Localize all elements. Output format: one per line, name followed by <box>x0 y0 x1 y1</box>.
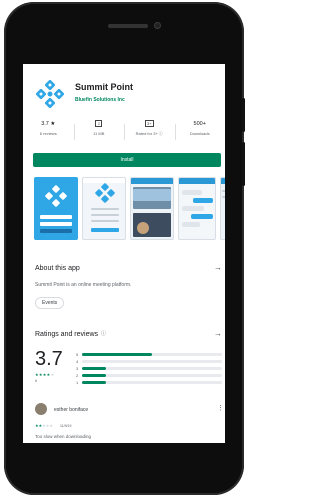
review-date: 11/9/19 <box>60 424 72 428</box>
star-empty-icon: ★ <box>49 423 53 428</box>
review-stars: ★★★★★ <box>35 423 53 428</box>
stat-content-rating-label: Rated for 3+ ⓘ <box>135 131 163 136</box>
more-options-icon[interactable]: ⋮ <box>217 404 224 412</box>
install-button[interactable]: Install <box>33 153 221 167</box>
app-header: Summit Point Bluefin Solutions Inc <box>23 64 225 114</box>
developer-link[interactable]: Bluefin Solutions Inc <box>75 97 125 103</box>
rating-bar-fill <box>82 353 152 356</box>
front-camera <box>154 22 161 29</box>
reviewer-name: esther boniface <box>54 407 89 413</box>
screenshot-4[interactable] <box>178 177 216 240</box>
rating-bar-fill <box>82 374 106 377</box>
stat-downloads: 500+ Downloads <box>174 120 226 146</box>
info-icon[interactable]: ⓘ <box>101 331 106 337</box>
stat-content-rating[interactable]: 3+ Rated for 3+ ⓘ <box>124 120 175 146</box>
rating-bar-fill <box>82 381 106 384</box>
stat-rating-value: 3.7 ★ <box>41 121 56 127</box>
app-logo-icon <box>35 79 65 109</box>
phone-screen: Summit Point Bluefin Solutions Inc 3.7 ★… <box>23 64 225 443</box>
ratings-title[interactable]: Ratings and reviews ⓘ <box>35 330 106 338</box>
rating-bar-row: 4 <box>76 358 222 365</box>
app-logo-icon <box>95 183 115 203</box>
ratings-arrow-icon[interactable]: → <box>214 330 222 338</box>
stat-downloads-value: 500+ <box>193 121 206 127</box>
rating-count: 6 <box>35 379 37 383</box>
stats-row: 3.7 ★ 6 reviews ⇩ 11 MB 3+ Rated for 3+ … <box>23 120 225 146</box>
screenshot-5[interactable] <box>220 177 225 240</box>
stat-size: ⇩ 11 MB <box>73 120 125 146</box>
rating-stars: ★★★★★ <box>35 372 54 377</box>
star-empty-icon: ★ <box>50 372 55 377</box>
screenshot-2[interactable] <box>82 177 126 240</box>
volume-button <box>242 142 245 186</box>
about-description: Summit Point is an online meeting platfo… <box>35 282 132 288</box>
review-text: Too slow when downloading <box>35 434 92 439</box>
rating-bar-row: 2 <box>76 372 222 379</box>
rating-average: 3.7 <box>35 348 63 370</box>
category-chip[interactable]: Events <box>35 297 65 309</box>
content-rating-icon: 3+ <box>144 120 154 127</box>
screenshot-3[interactable] <box>130 177 174 240</box>
download-size-icon: ⇩ <box>95 120 103 127</box>
power-button <box>242 98 245 132</box>
avatar <box>35 403 47 415</box>
stat-downloads-label: Downloads <box>189 131 210 136</box>
earpiece-speaker <box>108 24 148 28</box>
rating-bar-fill <box>82 367 106 370</box>
app-logo-icon <box>45 185 67 207</box>
stat-rating-label: 6 reviews <box>39 131 57 136</box>
stat-size-label: 11 MB <box>93 131 105 136</box>
rating-bar-row: 5 <box>76 351 222 358</box>
rating-bar-row: 3 <box>76 365 222 372</box>
ratings-title-text: Ratings and reviews <box>35 331 99 338</box>
about-arrow-icon[interactable]: → <box>214 264 222 272</box>
app-title: Summit Point <box>75 82 133 92</box>
rating-bar-row: 1 <box>76 379 222 386</box>
screenshot-1[interactable] <box>34 177 78 240</box>
stat-rating[interactable]: 3.7 ★ 6 reviews <box>23 120 74 146</box>
screenshot-carousel[interactable] <box>34 177 225 240</box>
rating-distribution: 5 4 3 2 1 <box>76 351 222 386</box>
about-title[interactable]: About this app <box>35 265 80 272</box>
